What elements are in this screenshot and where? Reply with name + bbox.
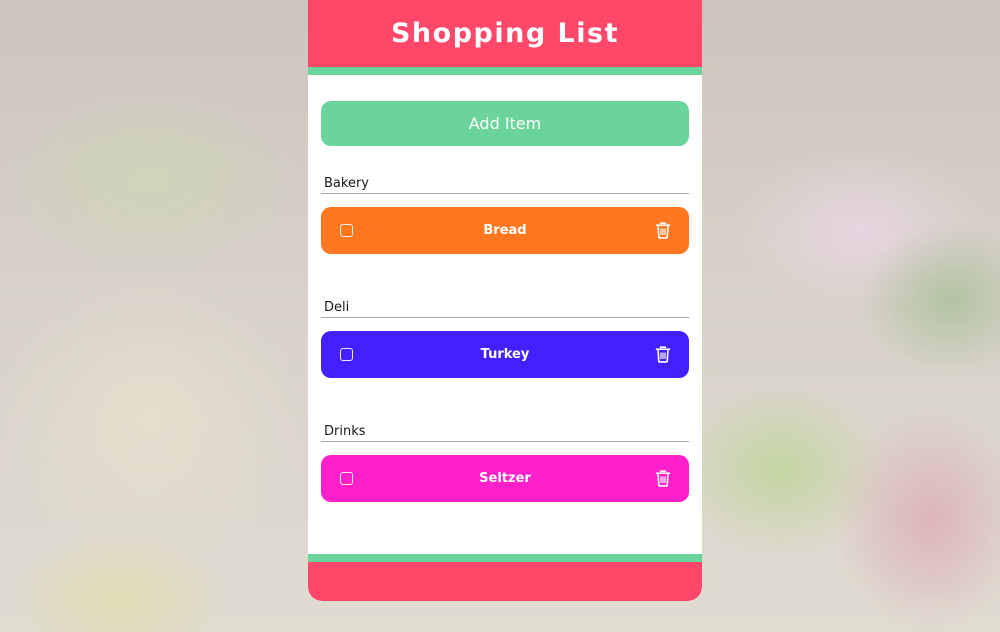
footer-accent-band [308,554,702,562]
checkbox-unchecked-icon[interactable] [340,348,353,361]
app-footer [308,562,702,601]
item-name: Turkey [480,347,530,362]
add-item-button[interactable]: Add Item [321,101,689,146]
category-label: Deli [321,300,689,318]
item-name: Bread [483,223,527,238]
category-label: Drinks [321,424,689,442]
trash-icon[interactable] [655,470,671,487]
app-header: Shopping List [308,0,702,67]
list-content: Add Item Bakery Bread Deli Turkey Drinks… [308,75,702,502]
category-deli: Deli Turkey [321,300,689,378]
category-label: Bakery [321,176,689,194]
category-drinks: Drinks Seltzer [321,424,689,502]
app-title: Shopping List [390,18,619,49]
checkbox-unchecked-icon[interactable] [340,472,353,485]
trash-icon[interactable] [655,346,671,363]
category-bakery: Bakery Bread [321,176,689,254]
list-item[interactable]: Turkey [321,331,689,378]
header-accent-band [308,67,702,75]
list-item[interactable]: Bread [321,207,689,254]
trash-icon[interactable] [655,222,671,239]
checkbox-unchecked-icon[interactable] [340,224,353,237]
shopping-list-card: Shopping List Add Item Bakery Bread Deli… [308,0,702,601]
list-item[interactable]: Seltzer [321,455,689,502]
item-name: Seltzer [479,471,531,486]
